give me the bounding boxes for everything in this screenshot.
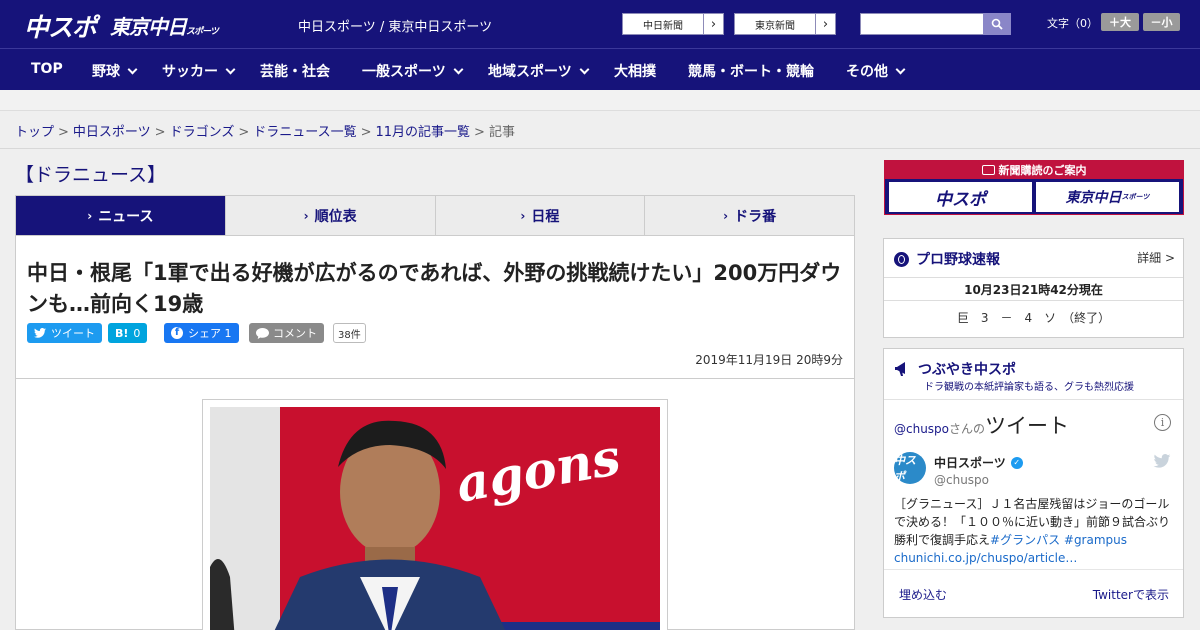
verified-badge-icon: ✓ bbox=[1010, 456, 1023, 469]
divider bbox=[884, 569, 1183, 570]
embed-link[interactable]: 埋め込む bbox=[899, 586, 947, 603]
twitter-bird-icon[interactable] bbox=[1153, 454, 1171, 468]
search-input[interactable] bbox=[860, 13, 983, 35]
tweet-screen-name[interactable]: @chuspo bbox=[934, 473, 989, 487]
megaphone-icon bbox=[895, 362, 905, 376]
font-size-increase-button[interactable]: ＋大 bbox=[1101, 13, 1139, 31]
chevron-right-icon: › bbox=[520, 208, 526, 223]
tweet-user-name[interactable]: 中日スポーツ ✓ bbox=[934, 454, 1023, 471]
twitter-bird-icon bbox=[34, 328, 46, 338]
game-score[interactable]: 巨 3 － 4 ソ （終了） bbox=[884, 309, 1183, 326]
nav-item-baseball[interactable]: 野球 bbox=[92, 61, 138, 81]
tab-schedule[interactable]: › 日程 bbox=[434, 196, 645, 235]
article-headline: 中日・根尾「1軍で出る好機が広がるのであれば、外野の挑戦続けたい」200万円ダウ… bbox=[27, 261, 842, 316]
divider bbox=[16, 378, 854, 379]
site-header: 中スポ 東京中日スポーツ 中日スポーツ / 東京中日スポーツ 中日新聞 › 東京… bbox=[0, 0, 1200, 48]
site-title: 中日スポーツ / 東京中日スポーツ bbox=[298, 20, 493, 35]
nav-item-racing[interactable]: 競馬・ボート・競輪 bbox=[688, 61, 814, 81]
chuspo-logo[interactable]: 中スポ bbox=[24, 8, 97, 44]
publish-date: 2019年11月19日 20時9分 bbox=[695, 353, 843, 367]
nav-item-entertainment[interactable]: 芸能・社会 bbox=[260, 61, 330, 81]
breadcrumb-november-list[interactable]: 11月の記事一覧 bbox=[376, 125, 471, 140]
chevron-down-icon bbox=[225, 64, 236, 75]
subscription-banner[interactable]: 新聞購読のご案内 中スポ 東京中日 スポーツ bbox=[884, 160, 1184, 215]
chevron-down-icon bbox=[895, 64, 906, 75]
twitter-panel: つぶやき中スポ ドラ観戦の本紙評論家も語る、グラも熱烈応援 @chuspoさんの… bbox=[883, 348, 1184, 618]
chevron-right-icon: › bbox=[303, 208, 309, 223]
twitter-timeline-header: @chuspoさんのツイート i bbox=[884, 399, 1183, 448]
nav-item-other[interactable]: その他 bbox=[846, 61, 906, 81]
tab-bar: › ニュース › 順位表 › 日程 › ドラ番 bbox=[15, 195, 855, 242]
nav-item-top[interactable]: TOP bbox=[31, 61, 63, 77]
nav-item-regional-sports[interactable]: 地域スポーツ bbox=[488, 61, 590, 81]
search-button[interactable] bbox=[983, 13, 1011, 35]
nav-item-sumo[interactable]: 大相撲 bbox=[614, 61, 656, 81]
subscription-header: 新聞購読のご案内 bbox=[884, 160, 1184, 179]
comment-button[interactable]: コメント bbox=[249, 323, 324, 343]
twitter-subtitle: ドラ観戦の本紙評論家も語る、グラも熱烈応援 bbox=[924, 382, 1134, 393]
divider bbox=[0, 148, 1200, 149]
breadcrumb-current: 記事 bbox=[488, 125, 515, 140]
main-nav: TOP 野球 サッカー 芸能・社会 一般スポーツ 地域スポーツ 大相撲 競馬・ボ… bbox=[0, 48, 1200, 90]
subscribe-tokyo-chunichi-button[interactable]: 東京中日 スポーツ bbox=[1036, 182, 1179, 212]
tab-news[interactable]: › ニュース bbox=[16, 196, 225, 242]
subscribe-chuspo-button[interactable]: 中スポ bbox=[889, 182, 1032, 212]
tab-standings[interactable]: › 順位表 bbox=[224, 196, 435, 235]
facebook-share-button[interactable]: f シェア 1 bbox=[164, 323, 239, 343]
baseball-score-panel: プロ野球速報 詳細 > 10月23日21時42分現在 巨 3 － 4 ソ （終了… bbox=[883, 238, 1184, 338]
score-detail-link[interactable]: 詳細 > bbox=[1137, 249, 1175, 266]
breadcrumb: トップ > 中日スポーツ > ドラゴンズ > ドラニュース一覧 >11月の記事一覧 > 記事 bbox=[15, 125, 515, 140]
chevron-right-icon: › bbox=[723, 208, 729, 223]
font-size-decrease-button[interactable]: －小 bbox=[1143, 13, 1180, 31]
breadcrumb-chuspo[interactable]: 中日スポーツ bbox=[73, 125, 151, 140]
breadcrumb-dragons[interactable]: ドラゴンズ bbox=[170, 125, 235, 140]
article-photo-frame: agons bbox=[202, 399, 668, 630]
tokyo-chunichi-logo[interactable]: 東京中日スポーツ bbox=[110, 11, 219, 40]
baseball-icon bbox=[894, 251, 909, 267]
sub-nav-band bbox=[0, 90, 1200, 111]
tokyo-shimbun-link[interactable]: 東京新聞 › bbox=[734, 13, 836, 35]
section-title: 【ドラニュース】 bbox=[15, 164, 167, 186]
speech-bubble-icon bbox=[256, 327, 269, 339]
hatena-icon: B! bbox=[115, 326, 129, 340]
avatar[interactable]: 中スポ bbox=[894, 452, 926, 484]
tweet-button[interactable]: ツイート bbox=[27, 323, 102, 343]
timeline-handle[interactable]: @chuspoさんのツイート bbox=[894, 410, 1069, 440]
chevron-down-icon bbox=[453, 64, 464, 75]
hatena-bookmark-button[interactable]: B! 0 bbox=[108, 323, 148, 343]
chevron-down-icon bbox=[579, 64, 590, 75]
nav-item-soccer[interactable]: サッカー bbox=[162, 61, 236, 81]
tweet-text: ［グラニュース］Ｊ１名古屋残留はジョーのゴールで決める！「１００％に近い動き」前… bbox=[894, 497, 1171, 565]
chevron-right-icon: › bbox=[703, 14, 723, 34]
panel-title: つぶやき中スポ bbox=[894, 359, 1016, 379]
breadcrumb-top[interactable]: トップ bbox=[15, 125, 54, 140]
article-photo[interactable]: agons bbox=[210, 407, 660, 630]
score-updated-time: 10月23日21時42分現在 bbox=[884, 277, 1183, 301]
comment-count-badge[interactable]: 38件 bbox=[333, 323, 366, 343]
font-size-label: 文字（0） bbox=[1047, 17, 1098, 30]
article: 中日・根尾「1軍で出る好機が広がるのであれば、外野の挑戦続けたい」200万円ダウ… bbox=[15, 235, 855, 630]
newspaper-icon bbox=[981, 164, 995, 175]
chevron-down-icon bbox=[127, 64, 138, 75]
chunichi-shimbun-link[interactable]: 中日新聞 › bbox=[622, 13, 724, 35]
nav-item-general-sports[interactable]: 一般スポーツ bbox=[362, 61, 464, 81]
tweet-hashtags[interactable]: #グランパス #grampus bbox=[990, 533, 1127, 547]
chevron-right-icon: › bbox=[815, 14, 835, 34]
chevron-right-icon: › bbox=[87, 208, 93, 223]
info-icon[interactable]: i bbox=[1154, 414, 1171, 431]
tab-dora-ban[interactable]: › ドラ番 bbox=[644, 196, 854, 235]
view-on-twitter-link[interactable]: Twitterで表示 bbox=[1093, 586, 1169, 603]
breadcrumb-dra-news-list[interactable]: ドラニュース一覧 bbox=[253, 125, 356, 140]
facebook-icon: f bbox=[171, 327, 183, 339]
tweet-link[interactable]: chunichi.co.jp/chuspo/article… bbox=[894, 551, 1077, 565]
search-icon bbox=[991, 18, 1003, 30]
panel-title: プロ野球速報 bbox=[894, 249, 1000, 269]
